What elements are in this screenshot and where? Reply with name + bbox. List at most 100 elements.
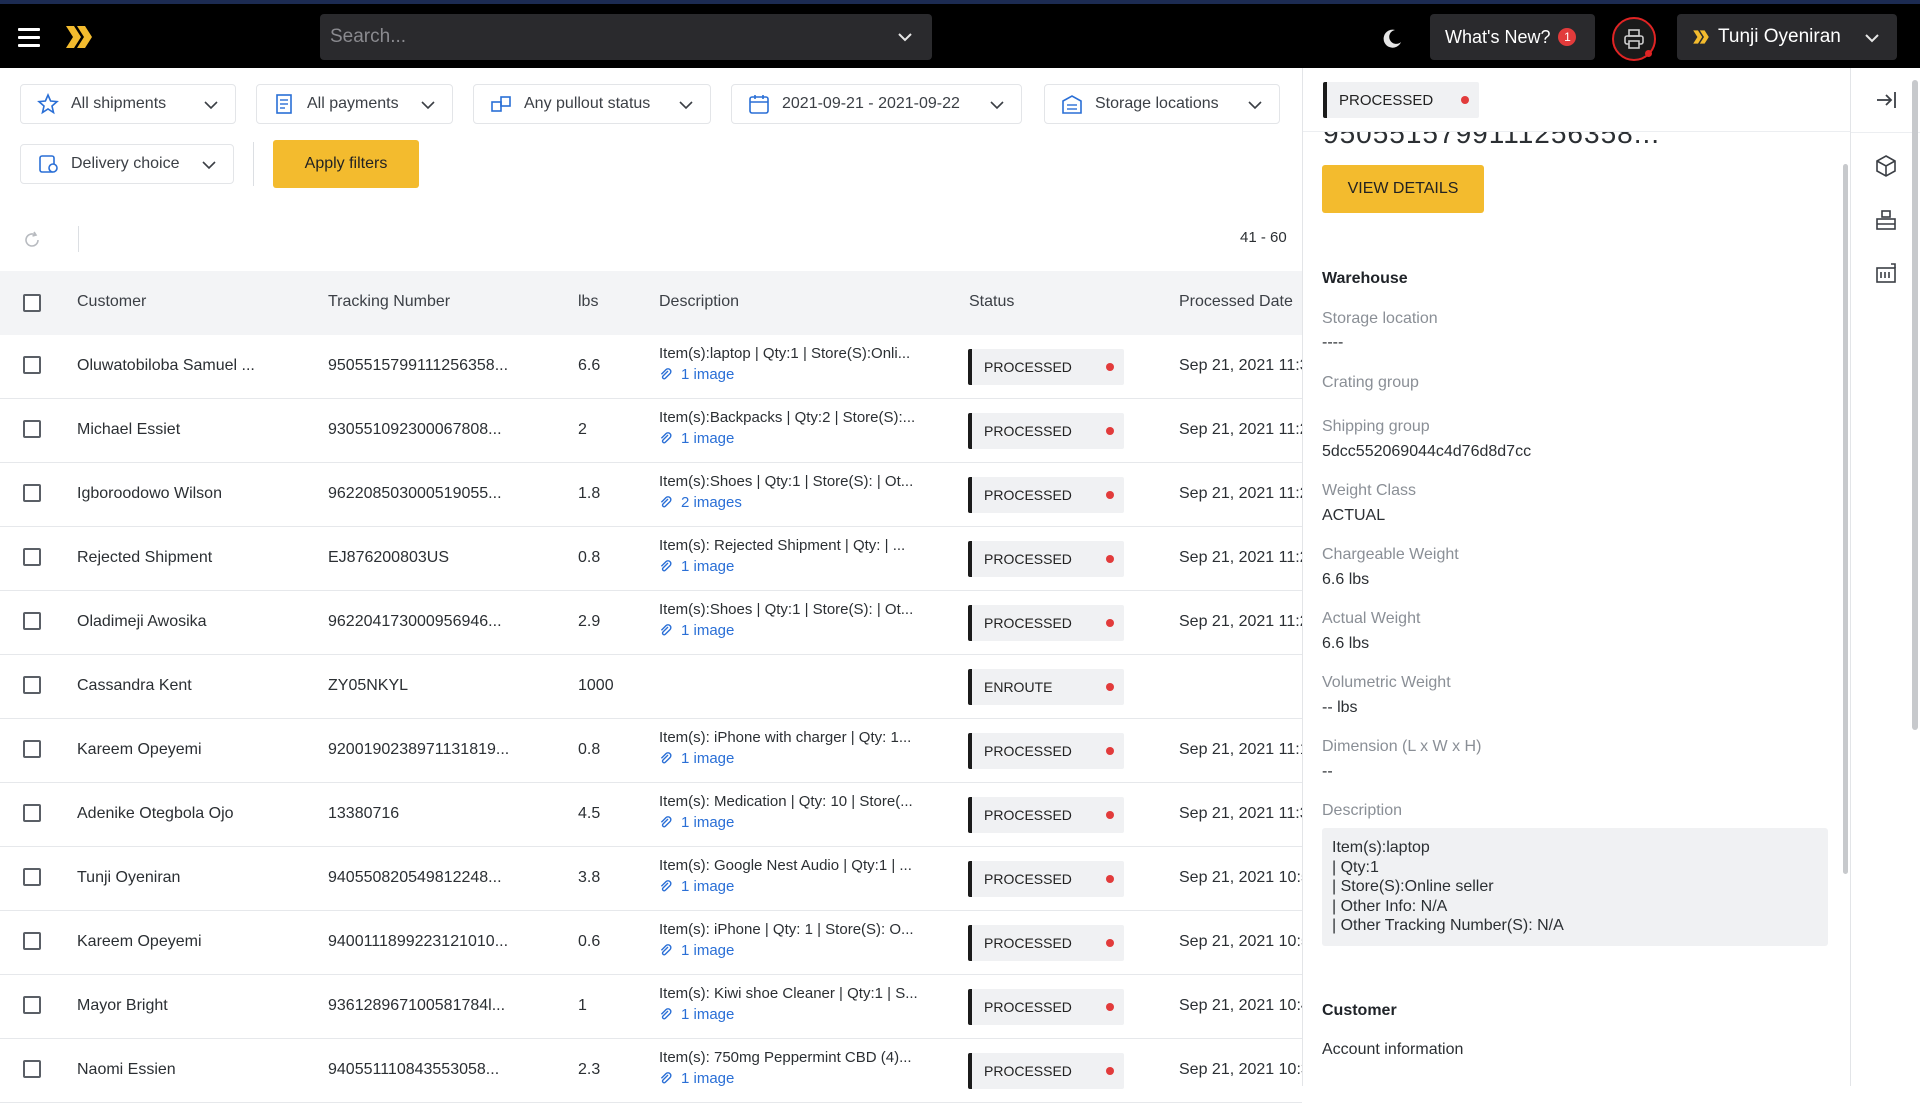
shipping-group-label: Shipping group: [1322, 418, 1430, 435]
customer-cell[interactable]: Adenike Otegbola Ojo: [77, 805, 317, 823]
view-details-button[interactable]: VIEW DETAILS: [1322, 165, 1484, 213]
row-checkbox[interactable]: [23, 996, 41, 1014]
images-link[interactable]: 1 image: [659, 814, 949, 831]
images-link[interactable]: 1 image: [659, 1006, 949, 1023]
customer-cell[interactable]: Rejected Shipment: [77, 549, 317, 567]
select-all-checkbox[interactable]: [23, 294, 41, 312]
status-dot: [1106, 683, 1114, 691]
paperclip-icon: [660, 431, 672, 443]
description-line: | Other Info: N/A: [1332, 897, 1448, 915]
package-icon[interactable]: [1874, 154, 1898, 178]
table-row[interactable]: Oladimeji Awosika 962204173000956946... 2.…: [0, 591, 1302, 655]
user-menu-button[interactable]: Tunji Oyeniran: [1677, 14, 1897, 60]
dark-mode-moon-icon[interactable]: [1380, 27, 1404, 51]
table-row[interactable]: Tunji Oyeniran 940550820549812248... 3.8 It…: [0, 847, 1302, 911]
printer-button[interactable]: [1612, 17, 1656, 61]
images-link[interactable]: 1 image: [659, 1070, 949, 1087]
panel-scrollbar[interactable]: [1843, 164, 1848, 874]
images-link[interactable]: 1 image: [659, 878, 949, 895]
customer-cell[interactable]: Michael Essiet: [77, 421, 317, 439]
images-link[interactable]: 1 image: [659, 622, 949, 639]
column-header-customer[interactable]: Customer: [77, 293, 146, 311]
processed-date-cell: Sep 21, 2021 10:3: [1179, 1061, 1302, 1078]
row-checkbox[interactable]: [23, 612, 41, 630]
images-link[interactable]: 1 image: [659, 942, 949, 959]
row-checkbox[interactable]: [23, 868, 41, 886]
right-action-rail: [1850, 68, 1920, 1086]
refresh-icon[interactable]: [22, 230, 42, 250]
table-row[interactable]: Igboroodowo Wilson 962208503000519055... 1…: [0, 463, 1302, 527]
table-row[interactable]: Mayor Bright 936128967100581784l... 1 Item(…: [0, 975, 1302, 1039]
search-input[interactable]: [330, 14, 890, 60]
filter-date-label: 2021-09-21 - 2021-09-22: [782, 95, 960, 112]
search-box[interactable]: [320, 14, 932, 60]
column-header-lbs[interactable]: lbs: [578, 293, 598, 311]
filter-pullout-status[interactable]: Any pullout status: [473, 84, 711, 124]
customer-cell[interactable]: Kareem Opeyemi: [77, 741, 317, 759]
apply-filters-button[interactable]: Apply filters: [273, 140, 419, 188]
filter-delivery-choice[interactable]: Delivery choice: [20, 144, 234, 184]
tracking-cell: 13380716: [328, 805, 400, 822]
table-row[interactable]: Naomi Essien 940551110843553058... 2.3 Item…: [0, 1039, 1302, 1103]
customer-cell[interactable]: Tunji Oyeniran: [77, 869, 317, 887]
lbs-cell: 1.8: [578, 485, 601, 502]
pagination-range: 41 - 60: [1240, 229, 1287, 246]
images-link[interactable]: 1 image: [659, 558, 949, 575]
row-checkbox[interactable]: [23, 1060, 41, 1078]
images-link[interactable]: 1 image: [659, 750, 949, 767]
status-badge: PROCESSED: [968, 477, 1124, 513]
row-checkbox[interactable]: [23, 804, 41, 822]
table-row[interactable]: Adenike Otegbola Ojo 13380716 4.5 Item(s): …: [0, 783, 1302, 847]
weight-class-value: ACTUAL: [1322, 507, 1386, 524]
page-scrollbar[interactable]: [1912, 80, 1918, 730]
description-cell: Item(s):Backpacks | Qty:2 | Store(S):...…: [659, 409, 949, 447]
status-text: PROCESSED: [984, 807, 1072, 823]
filter-shipments[interactable]: All shipments: [20, 84, 236, 124]
column-header-processed-date[interactable]: Processed Date: [1179, 293, 1293, 311]
table-body: Oluwatobiloba Samuel ... 9505515799111256…: [0, 335, 1302, 1103]
customer-cell[interactable]: Naomi Essien: [77, 1061, 317, 1079]
images-link[interactable]: 1 image: [659, 430, 949, 447]
table-row[interactable]: Cassandra Kent ZY05NKYL 1000 ENROUTE: [0, 655, 1302, 719]
row-checkbox[interactable]: [23, 420, 41, 438]
row-checkbox[interactable]: [23, 932, 41, 950]
column-header-status[interactable]: Status: [969, 293, 1014, 311]
processed-date-cell: Sep 21, 2021 11:2: [1179, 421, 1302, 438]
app-logo-icon[interactable]: [64, 24, 94, 50]
images-count: 1 image: [681, 366, 735, 383]
whats-new-button[interactable]: What's New? 1: [1430, 14, 1595, 60]
table-row[interactable]: Kareem Opeyemi 9200190238971131819... 0.8 I…: [0, 719, 1302, 783]
table-row[interactable]: Oluwatobiloba Samuel ... 9505515799111256…: [0, 335, 1302, 399]
filter-delivery-label: Delivery choice: [71, 155, 180, 172]
barcode-icon[interactable]: [1874, 262, 1898, 286]
filter-storage-locations[interactable]: Storage locations: [1044, 84, 1280, 124]
table-row[interactable]: Kareem Opeyemi 9400111899223121010... 0.6 I…: [0, 911, 1302, 975]
row-checkbox[interactable]: [23, 548, 41, 566]
filter-payments[interactable]: All payments: [256, 84, 453, 124]
warehouse-icon[interactable]: [1874, 208, 1898, 232]
customer-cell[interactable]: Oluwatobiloba Samuel ...: [77, 357, 317, 375]
row-checkbox[interactable]: [23, 740, 41, 758]
table-row[interactable]: Rejected Shipment EJ876200803US 0.8 Item(s)…: [0, 527, 1302, 591]
description-text: Item(s): Google Nest Audio | Qty:1 | ...: [659, 857, 912, 874]
row-checkbox[interactable]: [23, 676, 41, 694]
status-badge: PROCESSED: [968, 797, 1124, 833]
row-checkbox[interactable]: [23, 484, 41, 502]
images-link[interactable]: 1 image: [659, 366, 949, 383]
filter-date-range[interactable]: 2021-09-21 - 2021-09-22: [731, 84, 1022, 124]
collapse-panel-icon[interactable]: [1874, 88, 1898, 112]
lbs-cell: 3.8: [578, 869, 601, 886]
row-checkbox[interactable]: [23, 356, 41, 374]
customer-cell[interactable]: Mayor Bright: [77, 997, 317, 1015]
column-header-description[interactable]: Description: [659, 293, 739, 311]
customer-cell[interactable]: Oladimeji Awosika: [77, 613, 317, 631]
customer-cell[interactable]: Kareem Opeyemi: [77, 933, 317, 951]
customer-cell[interactable]: Cassandra Kent: [77, 677, 317, 695]
menu-icon[interactable]: [18, 28, 40, 47]
images-link[interactable]: 2 images: [659, 494, 949, 511]
column-header-tracking[interactable]: Tracking Number: [328, 293, 450, 311]
customer-cell[interactable]: Igboroodowo Wilson: [77, 485, 317, 503]
table-row[interactable]: Michael Essiet 930551092300067808... 2 Item…: [0, 399, 1302, 463]
status-dot: [1106, 1067, 1114, 1075]
chevron-down-icon[interactable]: [896, 28, 914, 46]
